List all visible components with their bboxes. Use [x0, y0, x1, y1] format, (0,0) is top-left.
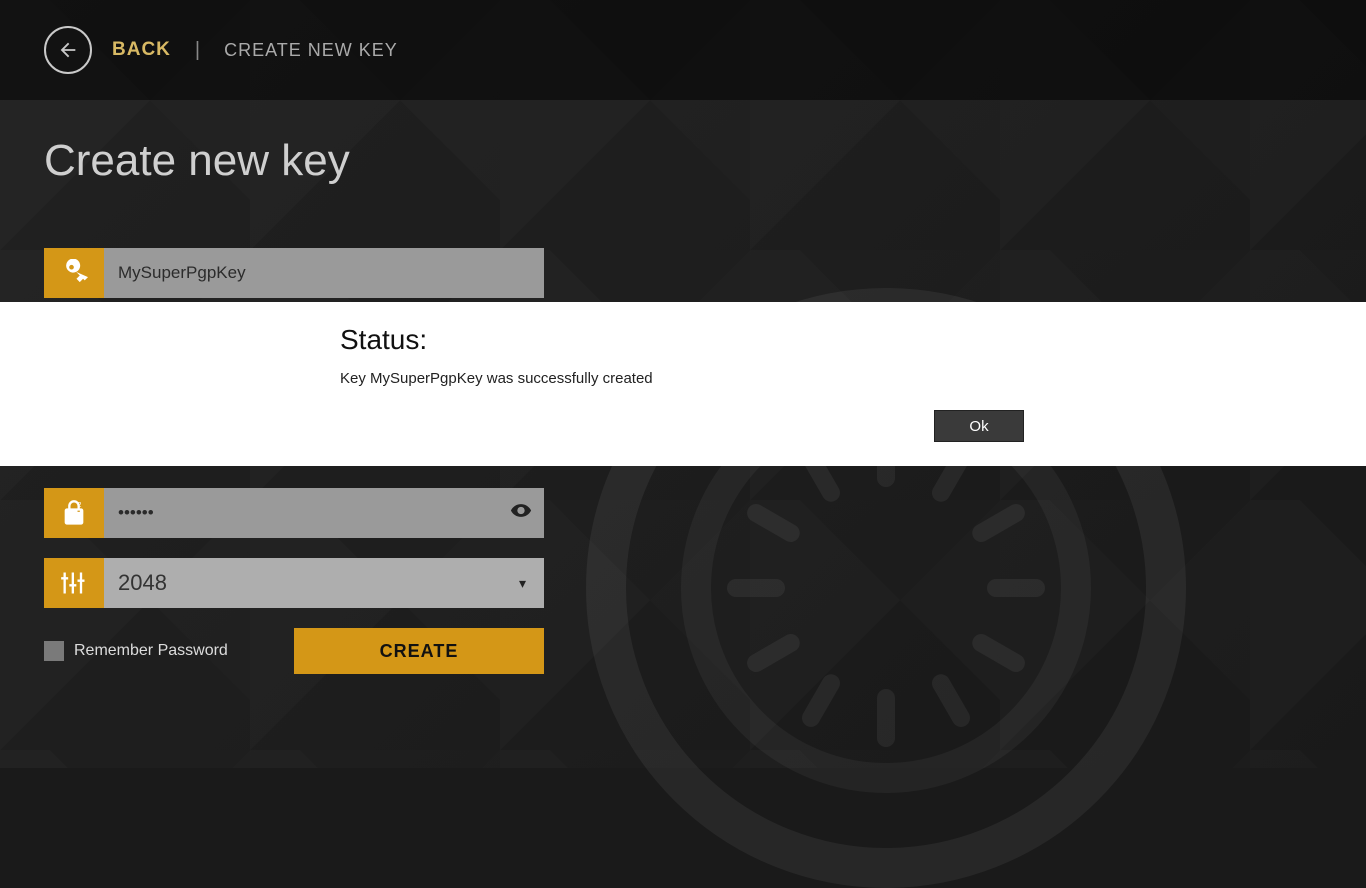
page-title: Create new key [44, 136, 1366, 186]
key-name-input[interactable] [104, 248, 544, 298]
footer-row: Remember Password CREATE [44, 628, 544, 674]
confirm-password-row: 2 [44, 488, 544, 538]
lock-confirm-icon: 2 [44, 488, 104, 538]
arrow-left-icon [57, 39, 79, 61]
back-button[interactable] [44, 26, 92, 74]
keysize-select[interactable]: 2048 ▾ [104, 558, 544, 608]
sliders-icon [44, 558, 104, 608]
keysize-value: 2048 [118, 570, 167, 596]
modal-title: Status: [340, 324, 1366, 356]
back-label[interactable]: BACK [112, 39, 171, 61]
remember-password-checkbox[interactable] [44, 641, 64, 661]
reveal-password-icon[interactable] [510, 500, 532, 527]
keysize-row: 2048 ▾ [44, 558, 544, 608]
status-modal: Status: Key MySuperPgpKey was successful… [0, 302, 1366, 466]
header-bar: BACK | CREATE NEW KEY [0, 0, 1366, 100]
breadcrumb: CREATE NEW KEY [224, 40, 398, 61]
chevron-down-icon: ▾ [519, 575, 526, 592]
confirm-password-input[interactable] [104, 488, 544, 538]
key-icon [44, 248, 104, 298]
separator: | [195, 39, 200, 62]
key-name-row [44, 248, 544, 298]
create-button[interactable]: CREATE [294, 628, 544, 674]
remember-password-label: Remember Password [74, 642, 228, 660]
modal-message: Key MySuperPgpKey was successfully creat… [340, 370, 1366, 387]
svg-text:2: 2 [78, 502, 82, 509]
ok-button[interactable]: Ok [934, 410, 1024, 442]
